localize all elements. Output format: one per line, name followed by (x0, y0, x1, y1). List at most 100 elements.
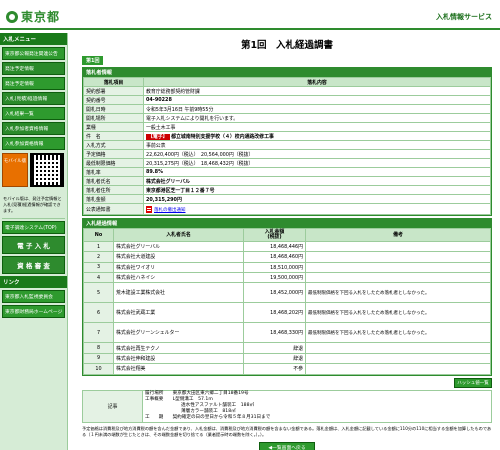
winner-info-title: 落札者情報 (83, 68, 491, 77)
sidebar-link-qualification[interactable]: 資 格 審 査 (2, 255, 65, 274)
info-value: 電子入札システムにより開札を行います。 (143, 113, 491, 123)
site-header: 東京都 入札情報サービス (0, 0, 500, 30)
bid-note: 最低制限価格を下回る入札をしたため落札者としなかった。 (305, 322, 491, 344)
info-row: 入札方式 事前公表 (83, 140, 491, 150)
remark-line: 工 期 契約確定の日の翌日から令和５年８月31日まで (145, 415, 271, 421)
info-row: 落札者住所 東京都港区芝一丁目１２番７号 (83, 185, 491, 195)
col-item-header: 落札項目 (83, 77, 144, 87)
bid-note (305, 271, 491, 284)
info-row: 落札金額 20,315,290円 (83, 194, 491, 204)
bid-no: 9 (83, 352, 114, 365)
col-content-header: 落札内容 (143, 77, 491, 87)
bid-note (305, 342, 491, 354)
mobile-note: モバイル版は、発注予定情報と入札(見積)経過情報が確認できます。 (3, 196, 62, 213)
sidebar-item-bid-progress[interactable]: 入札(見積)経過情報 (2, 92, 65, 105)
hash-list-button[interactable]: ハッシュ値一覧 (454, 377, 492, 388)
col-bidder-header: 入札者氏名 (113, 228, 244, 242)
case-label: 件 名 (83, 131, 144, 141)
tab-round-1[interactable]: 第1回 (82, 56, 104, 65)
bid-no: 2 (83, 251, 114, 263)
sidebar-item-order-plan-2[interactable]: 発注予定情報 (2, 77, 65, 90)
bid-no: 10 (83, 363, 114, 375)
amount-label: 落札金額 (83, 194, 144, 204)
table-row: 9 株式会社伸和建設 辞退 (83, 352, 491, 365)
sidebar-item-order-plan[interactable]: 発注予定情報 (2, 62, 65, 75)
info-value: 04-90228 (143, 95, 491, 105)
bidder-name: 株式会社伸和建設 (113, 352, 244, 365)
bid-no: 7 (83, 322, 114, 344)
winner-label: 落札者氏名 (83, 176, 144, 186)
info-row: 落札率 89.8% (83, 167, 491, 177)
sidebar-links-title: リンク (0, 275, 67, 288)
col-note-header: 備考 (305, 228, 491, 242)
winner-value: 株式会社グリーバル (143, 176, 491, 186)
bid-amount: 18,468,446円 (243, 240, 306, 253)
sidebar-menu-title: 入札メニュー (0, 33, 67, 45)
doc-label: 公表通知書 (83, 203, 144, 215)
doc-value: 落札の撤出通知 (143, 203, 491, 215)
info-row: 開札場所 電子入札システムにより開札を行います。 (83, 113, 491, 123)
bidder-name: 株式会社ワイオリ (113, 261, 244, 274)
remarks-content: 履行場所 東京都大田区東六郷二丁目18番19号 工事概要 L型側溝工 57.1m… (142, 389, 492, 423)
logo-text: 東京都 (21, 10, 61, 24)
bidder-name: 株式会社グリーンシェルター (113, 322, 244, 344)
table-row: 8 株式会社再生テクノ 辞退 (83, 342, 491, 354)
bidder-name: 株式会社再生テクノ (113, 342, 244, 354)
info-label: 業種 (83, 122, 144, 132)
table-row: 5 荒木建設工業株式会社 18,452,000円 最低制限価格を下回る入札をしたため落… (83, 282, 491, 304)
notice-doc-link[interactable]: 落札の撤出通知 (154, 208, 186, 213)
bid-note: 最低制限価格を下回る入札をしたため落札者としなかった。 (305, 302, 491, 324)
remarks-label: 記事 (82, 389, 143, 423)
mobile-version-button[interactable]: モバイル版 (2, 153, 28, 187)
bidder-name: 荒木建設工業株式会社 (113, 282, 244, 304)
main-content: 第1回 入札経過調書 第1回 落札者情報 落札項目 落札内容 契約部署 教育庁総… (82, 33, 492, 450)
bid-amount: 19,500,000円 (243, 271, 306, 284)
bid-progress-section: 入札経過情報 No 入札者氏名 入札金額 (税抜) 備考 1 株式会社グリーバル 1… (82, 218, 492, 376)
bid-amount: 辞退 (243, 342, 306, 354)
mobile-box: モバイル版 (2, 153, 65, 193)
sidebar-link-monitoring[interactable]: 東京都入札監視委員会 (2, 289, 65, 303)
sidebar-item-gazette[interactable]: 東京都公報発注関連公告 (2, 47, 65, 60)
col-amount-header: 入札金額 (税抜) (243, 228, 306, 242)
electronic-tag: 【電子】 (146, 133, 170, 140)
bid-amount: 18,510,000円 (243, 261, 306, 274)
info-label: 予定価格 (83, 149, 144, 159)
sidebar-item-participant-info[interactable]: 入札参加者資格情報 (2, 122, 65, 135)
bid-amount: 18,468,202円 (243, 302, 306, 324)
info-row: 公表通知書 落札の撤出通知 (83, 203, 491, 215)
bid-note (305, 261, 491, 274)
sidebar-item-qualification[interactable]: 入札参加資格情報 (2, 137, 65, 150)
sidebar-link-finance[interactable]: 東京都財務局ホームページ (2, 304, 65, 318)
info-label: 契約番号 (83, 95, 144, 105)
info-row: 契約番号 04-90228 (83, 95, 491, 105)
sidebar-link-eprocurement[interactable]: 電子調達システム(TOP) (2, 220, 65, 234)
info-value: 一般土木工事 (143, 122, 491, 132)
info-value: 22,620,400円（税込） 20,564,000円（税抜） (143, 149, 491, 159)
rate-value: 89.8% (143, 167, 491, 177)
info-label: 入札方式 (83, 140, 144, 150)
bid-no: 8 (83, 342, 114, 354)
bid-no: 3 (83, 261, 114, 274)
table-row: 6 株式会社武蔵工業 18,468,202円 最低制限価格を下回る入札をしたため落札者… (83, 302, 491, 324)
table-row: 4 株式会社ハネイシ 19,500,000円 (83, 271, 491, 284)
info-value: 令和5年3月16日 午前9時55分 (143, 104, 491, 114)
info-row: 開札日時 令和5年3月16日 午前9時55分 (83, 104, 491, 114)
info-row: 落札者氏名 株式会社グリーバル (83, 176, 491, 186)
tokyo-logo[interactable]: 東京都 (6, 8, 60, 25)
amount-value: 20,315,290円 (143, 194, 491, 204)
divider (2, 217, 65, 219)
page-title: 第1回 入札経過調書 (240, 40, 334, 51)
info-row: 予定価格 22,620,400円（税込） 20,564,000円（税抜） (83, 149, 491, 159)
table-row: 10 株式会社翔美 不参 (83, 363, 491, 375)
bid-note (305, 251, 491, 263)
back-to-list-button[interactable]: ◀一覧画面へ戻る (259, 441, 315, 450)
sidebar-link-ebidding[interactable]: 電 子 入 札 (2, 235, 65, 254)
rate-label: 落札率 (83, 167, 144, 177)
table-row: 3 株式会社ワイオリ 18,510,000円 (83, 261, 491, 274)
info-value: 20,315,275円（税込） 18,468,432円（税抜） (143, 158, 491, 168)
bidder-name: 株式会社大道建設 (113, 251, 244, 263)
tokyo-emblem-icon (6, 10, 18, 23)
sidebar-item-bid-results[interactable]: 入札結果一覧 (2, 107, 65, 120)
info-row: 最低制限価格 20,315,275円（税込） 18,468,432円（税抜） (83, 158, 491, 168)
bidder-name: 株式会社ハネイシ (113, 271, 244, 284)
